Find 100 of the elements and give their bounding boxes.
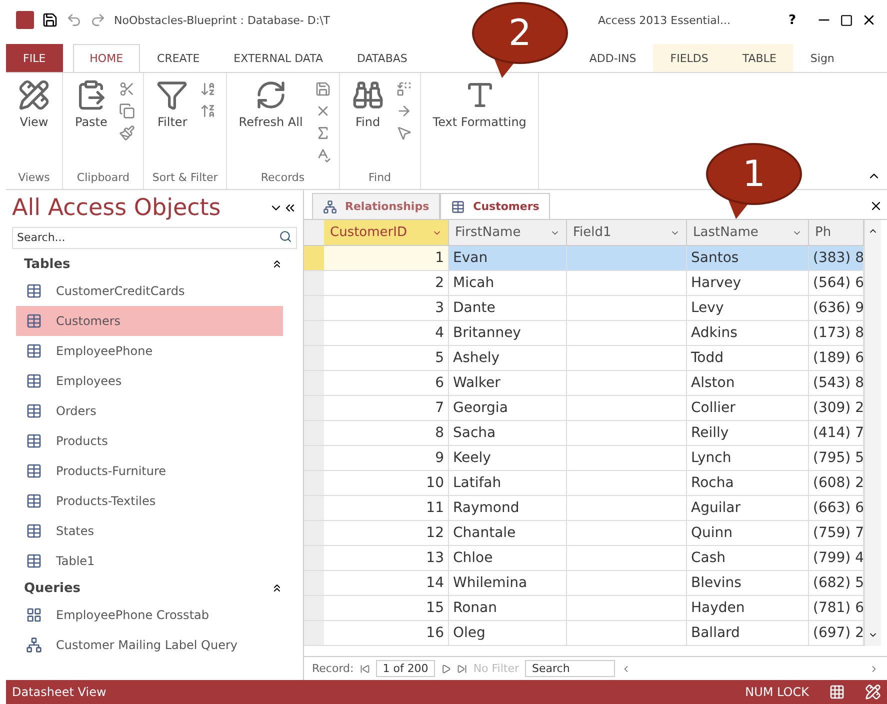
window-title: NoObstacles-Blueprint : Database- D:\T — [114, 14, 330, 26]
group-label: Find — [368, 171, 392, 186]
pane-title: All Access Objects — [12, 195, 222, 221]
nav-item[interactable]: Customer Mailing Label Query — [16, 630, 283, 660]
section-header[interactable]: Queries — [24, 580, 81, 596]
ribbon-tab[interactable]: HOME — [72, 44, 140, 72]
next-record-icon[interactable] — [441, 664, 452, 674]
vertical-scrollbar[interactable] — [864, 220, 881, 646]
table-cell: (309) 2 — [809, 396, 864, 421]
toolbar-icon[interactable] — [314, 81, 331, 97]
filter-icon — [156, 79, 188, 111]
nav-item[interactable]: EmployeePhone — [16, 336, 283, 366]
nav-item[interactable]: States — [16, 516, 283, 546]
undo-icon[interactable] — [66, 12, 82, 28]
table-cell: (189) 6 — [809, 346, 864, 371]
table-cell: Ashely — [449, 346, 567, 371]
toolbar-icon[interactable] — [396, 103, 412, 119]
ribbon-button[interactable]: Text Formatting — [428, 77, 530, 171]
nav-item[interactable]: EmployeePhone Crosstab — [16, 600, 283, 630]
table-cell: (663) 6 — [809, 496, 864, 521]
table-cell: Harvey — [687, 271, 809, 296]
table-cell: (795) 5 — [809, 446, 864, 471]
nav-item[interactable]: Table1 — [16, 546, 283, 576]
nav-item[interactable]: Employees — [16, 366, 283, 396]
toolbar-icon[interactable] — [200, 103, 216, 119]
status-text: Datasheet View — [12, 685, 106, 699]
toolbar-icon[interactable] — [119, 81, 136, 97]
table-icon — [26, 553, 42, 569]
grid-icon — [26, 607, 42, 623]
nav-item[interactable]: Products-Furniture — [16, 456, 283, 486]
table-cell: Levy — [687, 296, 809, 321]
table-cell: Ronan — [449, 596, 567, 621]
table-cell: (781) 6 — [809, 596, 864, 621]
nav-item[interactable]: CustomerCreditCards — [16, 276, 283, 306]
column-header[interactable]: Field1 — [567, 220, 687, 246]
toolbar-icon[interactable] — [396, 81, 412, 97]
toolbar-icon[interactable] — [200, 81, 216, 97]
column-header[interactable]: CustomerID — [324, 220, 449, 246]
search-field[interactable]: Search... — [12, 226, 297, 248]
search-field[interactable]: Search — [525, 660, 616, 677]
table-icon — [26, 313, 42, 329]
last-record-icon[interactable] — [457, 664, 468, 674]
table-cell: 7 — [324, 396, 449, 421]
collapse-icon[interactable] — [271, 258, 283, 270]
table-cell: (682) 5 — [809, 571, 864, 596]
help-button[interactable]: ? — [788, 12, 796, 28]
ribbon-tab[interactable]: TABLE — [725, 44, 794, 72]
ribbon-button[interactable]: Find — [348, 77, 388, 171]
table-cell: Dante — [449, 296, 567, 321]
group-label: Views — [17, 171, 51, 186]
table-cell: Evan — [449, 246, 567, 271]
document-tab[interactable]: Customers — [440, 193, 550, 219]
section-header[interactable]: Tables — [24, 256, 70, 272]
column-header[interactable]: FirstName — [449, 220, 567, 246]
table-cell: Alston — [687, 371, 809, 396]
ribbon-button[interactable]: Refresh All — [234, 77, 307, 171]
ribbon-tab[interactable]: FIELDS — [653, 44, 726, 72]
table-cell: (414) 7 — [809, 421, 864, 446]
table-cell: 11 — [324, 496, 449, 521]
table-cell: Lynch — [687, 446, 809, 471]
datasheet-view-icon[interactable] — [829, 684, 845, 700]
search-icon[interactable] — [279, 230, 292, 243]
callout-number: 1 — [706, 143, 802, 205]
table-icon — [26, 433, 42, 449]
design-view-icon[interactable] — [865, 684, 881, 700]
table-cell: Rocha — [687, 471, 809, 496]
table-icon — [26, 343, 42, 359]
redo-icon[interactable] — [90, 12, 106, 28]
window-title: Access 2013 Essential... — [598, 14, 730, 26]
table-cell: Keely — [449, 446, 567, 471]
column-header[interactable]: LastName — [687, 220, 809, 246]
table-cell: Santos — [687, 246, 809, 271]
close-icon[interactable] — [869, 199, 883, 213]
query-icon — [26, 637, 42, 653]
record-position[interactable]: 1 of 200 — [376, 660, 436, 677]
nav-item[interactable]: Orders — [16, 396, 283, 426]
nav-item[interactable]: Products — [16, 426, 283, 456]
table-cell: Aguilar — [687, 496, 809, 521]
ribbon-tab[interactable]: FILE — [6, 44, 63, 72]
toolbar-icon[interactable] — [396, 125, 412, 141]
table-cell: (543) 8 — [809, 371, 864, 396]
collapse-icon[interactable] — [271, 582, 283, 594]
first-record-icon[interactable] — [360, 664, 370, 674]
table-cell: (383) 8 — [809, 246, 864, 271]
table-cell: 9 — [324, 446, 449, 471]
toolbar-icon[interactable] — [119, 103, 136, 119]
toolbar-icon[interactable] — [119, 125, 136, 141]
ribbon-button[interactable]: Paste — [71, 77, 112, 171]
document-tab[interactable]: Relationships — [312, 193, 440, 219]
nav-item[interactable]: Customers — [16, 306, 283, 336]
table-icon — [451, 200, 466, 214]
column-header[interactable]: Ph — [809, 220, 864, 246]
table-cell: Todd — [687, 346, 809, 371]
ribbon-button[interactable]: Filter — [152, 77, 192, 171]
ribbon-button[interactable]: View — [14, 77, 54, 171]
table-cell: 10 — [324, 471, 449, 496]
table-cell: 5 — [324, 346, 449, 371]
maximize-icon[interactable] — [840, 14, 853, 26]
nav-item[interactable]: Products-Textiles — [16, 486, 283, 516]
save-icon[interactable] — [42, 12, 58, 28]
